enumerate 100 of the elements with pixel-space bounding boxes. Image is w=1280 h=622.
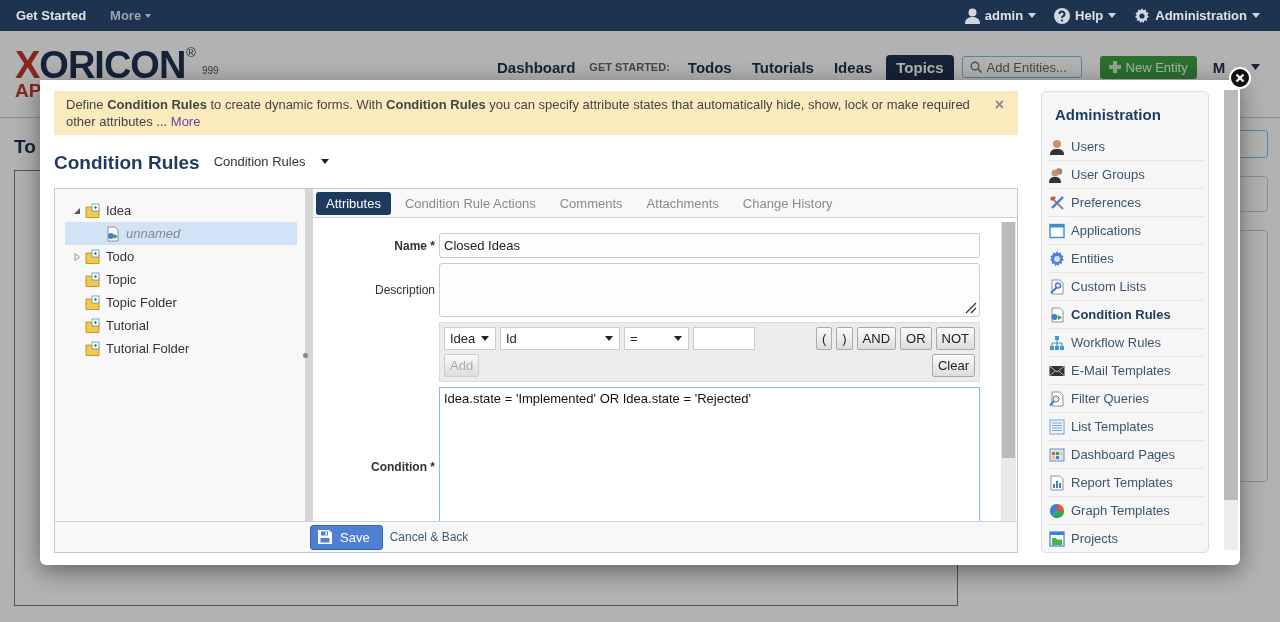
folder-icon [85, 202, 101, 219]
operator-button[interactable]: AND [856, 327, 897, 350]
rule-document-icon [1049, 306, 1065, 323]
field-label: Condition * [370, 460, 436, 474]
menu-item-label: E-Mail Templates [1071, 363, 1171, 378]
tree-item-label: Idea [106, 203, 132, 218]
clear-button[interactable]: Clear [931, 354, 975, 377]
admin-menu-item[interactable]: Filter Queries [1047, 385, 1204, 413]
condition-field[interactable]: Idea.state = 'Implemented' OR Idea.state = 'Rejected' [439, 387, 980, 521]
logo-text: XORICON [15, 46, 186, 84]
nav-tab[interactable]: Topics [886, 54, 954, 80]
tree-item[interactable]: Topic [65, 268, 297, 291]
operator-button[interactable]: ( [815, 327, 833, 350]
tree-item[interactable]: Tutorial [65, 314, 297, 337]
admin-menu-item[interactable]: Preferences [1047, 189, 1204, 217]
tree-item[interactable]: Idea [65, 199, 297, 222]
splitter-handle[interactable] [305, 189, 313, 521]
tree-item-label: Topic Folder [106, 295, 177, 310]
nav-tab[interactable]: Ideas [827, 55, 879, 79]
expand-icon[interactable] [73, 252, 81, 261]
menu-item-label: Applications [1071, 223, 1142, 238]
admin-menu-item[interactable]: Workflow Rules [1047, 329, 1204, 357]
top-menu[interactable]: admin [964, 7, 1037, 24]
plus-icon [1108, 61, 1121, 73]
gear-icon [1049, 250, 1065, 267]
menu-item-label: Projects [1071, 531, 1118, 546]
name-field[interactable]: Closed Ideas [439, 233, 980, 258]
people-icon [1049, 166, 1065, 183]
resize-handle-icon[interactable] [965, 302, 977, 314]
dropdown[interactable]: = [624, 327, 689, 350]
nav-tab[interactable]: Todos [681, 55, 738, 79]
nav-tab[interactable]: Dashboard [491, 55, 582, 79]
admin-menu-item[interactable]: Custom Lists [1047, 273, 1204, 301]
hierarchy-icon [1049, 334, 1065, 351]
info-text: Define Condition Rules to create dynamic forms. With Condition Rules you can specify attribute states that automatically hide, show, lock or make required other attributes ... More [66, 96, 971, 130]
logo-subtitle: AP [15, 81, 43, 100]
admin-menu-item[interactable]: Applications [1047, 217, 1204, 245]
admin-menu-item[interactable]: Users [1047, 133, 1204, 161]
top-bar-link[interactable]: Get Started [16, 8, 87, 23]
admin-menu-item[interactable]: Entities [1047, 245, 1204, 273]
list-icon [1049, 418, 1065, 435]
tree-item-label: Tutorial Folder [106, 341, 190, 356]
page-title: To [14, 136, 36, 158]
folder-icon [85, 271, 101, 288]
tree-item[interactable]: Tutorial Folder [65, 337, 297, 360]
caret-icon [1252, 13, 1260, 18]
menu-item-label: Entities [1071, 251, 1114, 266]
operator-button[interactable]: NOT [935, 327, 975, 350]
registered-mark: ® [186, 46, 196, 59]
operator-button[interactable]: OR [900, 327, 932, 350]
dropdown[interactable]: Id [500, 327, 620, 350]
save-button[interactable]: Save [310, 524, 383, 550]
tab[interactable]: Attributes [316, 191, 391, 215]
menu-label: admin [984, 8, 1024, 23]
admin-menu-item[interactable]: Report Templates [1047, 469, 1204, 497]
admin-menu-item[interactable]: E-Mail Templates [1047, 357, 1204, 385]
gear-icon [1134, 7, 1151, 24]
folder-icon [85, 248, 101, 265]
caret-icon [321, 159, 330, 164]
menu-item-label: Filter Queries [1071, 391, 1150, 406]
tree-item-label: Todo [106, 249, 135, 264]
tree-item-label: Topic [106, 272, 137, 287]
admin-menu-item[interactable]: Dashboard Pages [1047, 441, 1204, 469]
search-field[interactable]: Add Entities... [961, 56, 1082, 78]
cancel-link[interactable]: Cancel & Back [389, 530, 469, 544]
menu-link[interactable]: M [1212, 58, 1226, 76]
dropdown[interactable]: Idea [444, 327, 496, 350]
admin-menu-item[interactable]: Condition Rules [1047, 301, 1204, 329]
type-dropdown[interactable]: Condition Rules [213, 154, 330, 169]
description-field[interactable] [439, 263, 980, 317]
menu-label: Help [1075, 8, 1104, 23]
field-label: Description [373, 283, 436, 297]
caret-icon [674, 336, 682, 341]
menu-label: Administration [1155, 8, 1247, 23]
menu-item-label: Preferences [1071, 195, 1142, 210]
close-button[interactable] [1229, 67, 1251, 89]
admin-menu-item[interactable]: Projects [1047, 525, 1204, 552]
more-link[interactable]: More [170, 114, 201, 129]
top-bar-link[interactable]: More [110, 8, 152, 23]
admin-menu-item[interactable]: User Groups [1047, 161, 1204, 189]
scroll-bar[interactable] [1224, 90, 1238, 550]
top-menu[interactable]: Administration [1134, 7, 1260, 24]
menu-item-label: List Templates [1071, 419, 1154, 434]
tree-item-label: Tutorial [106, 318, 149, 333]
admin-menu-item[interactable]: Graph Templates [1047, 497, 1204, 525]
nav-tab[interactable]: Tutorials [745, 55, 820, 79]
collapse-icon[interactable] [73, 206, 81, 215]
tree-item[interactable]: Topic Folder [65, 291, 297, 314]
operator-button[interactable]: ) [836, 327, 853, 350]
caret-icon [481, 336, 489, 341]
top-menu[interactable]: Help [1054, 7, 1117, 24]
folder-icon [1049, 530, 1065, 547]
value-field[interactable] [693, 327, 755, 350]
scroll-bar[interactable] [1001, 222, 1016, 521]
admin-menu-item[interactable]: List Templates [1047, 413, 1204, 441]
panel-title: Administration [1055, 106, 1162, 124]
tree-item[interactable]: Todo [65, 245, 297, 268]
grid-icon [1049, 446, 1065, 463]
magnifier-document-icon [1049, 390, 1065, 407]
folder-icon [85, 340, 101, 357]
